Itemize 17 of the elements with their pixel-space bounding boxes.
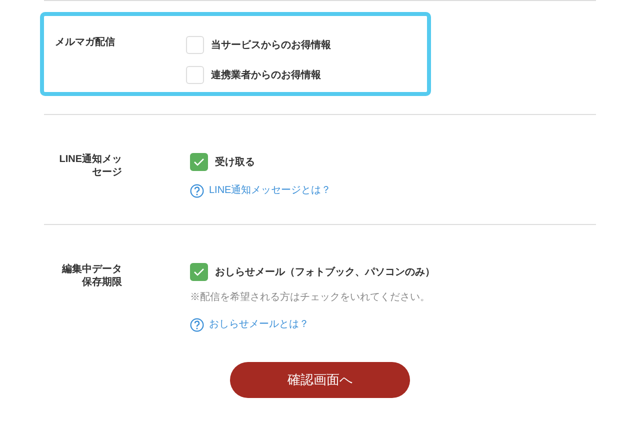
option-label: 連携業者からのお得情報 [211, 68, 321, 82]
help-icon [190, 318, 204, 332]
checkbox[interactable] [190, 153, 208, 171]
field-label: 編集中データ保存期限 [60, 263, 122, 290]
field-label: メルマガ配信 [55, 36, 116, 50]
option-label: 受け取る [215, 156, 255, 170]
check-icon [193, 267, 205, 277]
help-link[interactable]: おしらせメールとは？ [209, 317, 309, 332]
help-link[interactable]: LINE通知メッセージとは？ [209, 183, 332, 198]
check-icon [193, 157, 205, 167]
field-label: LINE通知メッセージ [58, 153, 122, 180]
help-icon [190, 184, 204, 198]
option-label: 当サービスからのお得情報 [211, 38, 331, 52]
checkbox[interactable] [190, 263, 208, 281]
confirm-button[interactable]: 確認画面へ [230, 362, 410, 398]
option-label: おしらせメール（フォトブック、パソコンのみ） [215, 266, 435, 280]
note-text: ※配信を希望される方はチェックをいれてください。 [190, 290, 431, 305]
